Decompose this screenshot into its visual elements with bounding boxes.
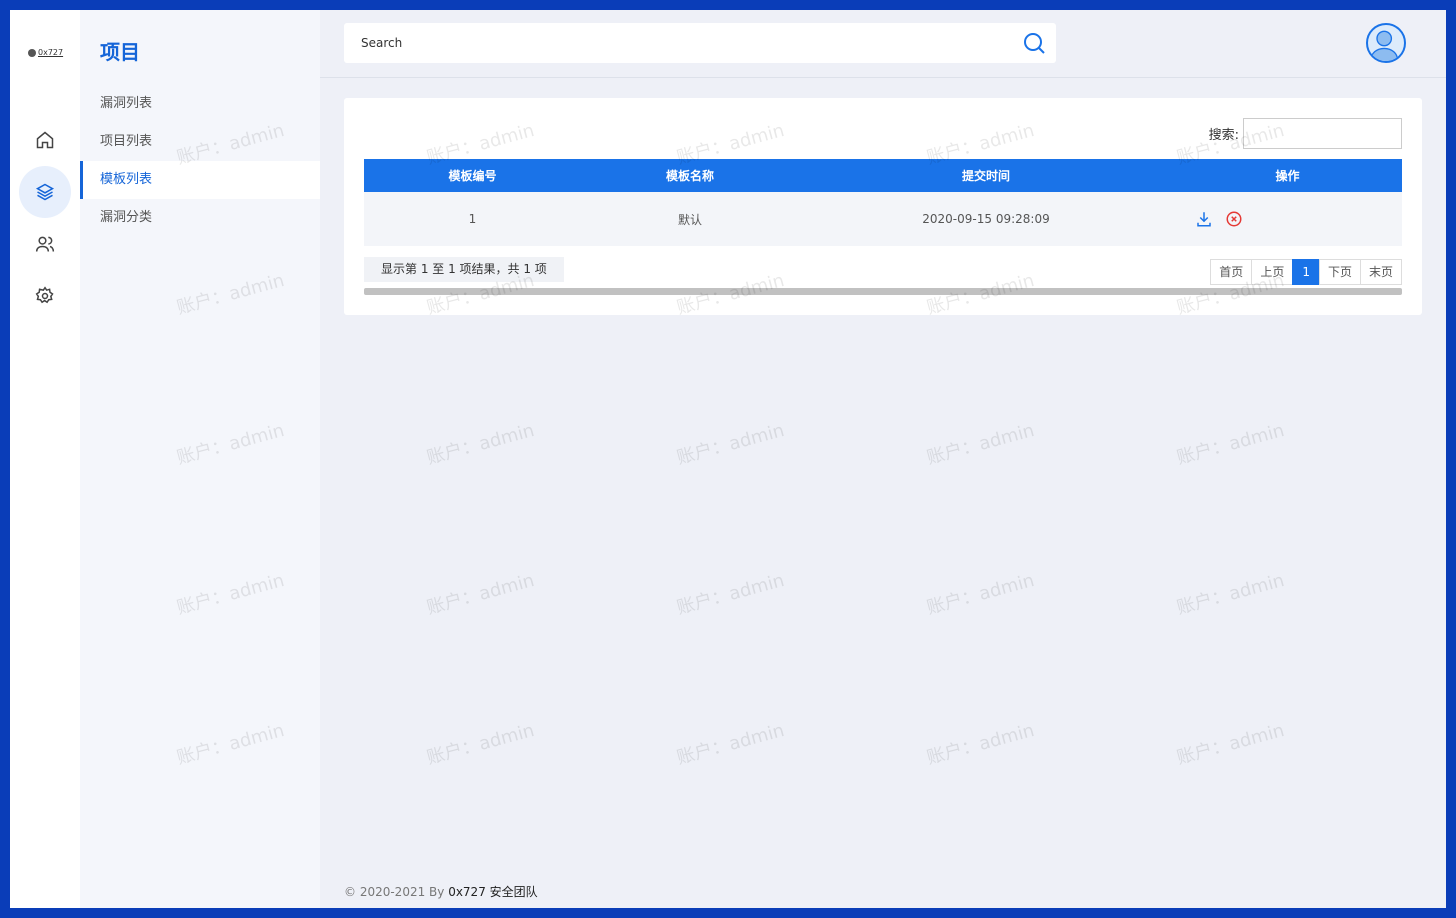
cell-name: 默认 — [677, 212, 702, 227]
page-first-button[interactable]: 首页 — [1210, 259, 1253, 285]
app-frame: 0x727 项目 漏洞列表 项目列表 模板列表 漏洞分类 Search 搜索: … — [10, 10, 1446, 908]
logo: 0x727 — [28, 48, 63, 57]
footer-brand: 0x727 安全团队 — [448, 885, 538, 899]
watermark-text: 账户：admin — [1174, 720, 1287, 769]
filter-label: 搜索: — [1208, 128, 1239, 143]
page-last-button[interactable]: 末页 — [1359, 259, 1402, 285]
watermark-text: 账户：admin — [674, 720, 787, 769]
sub-sidebar: 项目 漏洞列表 项目列表 模板列表 漏洞分类 — [80, 10, 320, 908]
page-prev-button[interactable]: 上页 — [1251, 259, 1294, 285]
watermark-text: 账户：admin — [924, 420, 1037, 469]
user-avatar-icon — [1370, 30, 1399, 61]
page-current-button[interactable]: 1 — [1292, 259, 1320, 285]
column-header-id[interactable]: 模板编号 — [364, 159, 581, 192]
footer-copyright: © 2020-2021 By — [344, 885, 449, 899]
search-input[interactable] — [344, 23, 984, 63]
watermark-text: 账户：admin — [1174, 420, 1287, 469]
logo-mark-icon — [28, 48, 36, 57]
logo-text: 0x727 — [38, 48, 64, 57]
delete-icon[interactable] — [1225, 210, 1243, 228]
horizontal-scrollbar[interactable] — [364, 288, 1402, 295]
watermark-text: 账户：admin — [424, 570, 537, 619]
watermark-text: 账户：admin — [924, 720, 1037, 769]
nav-home-button[interactable] — [19, 114, 71, 166]
cell-time: 2020-09-15 09:28:09 — [922, 212, 1050, 226]
gear-icon — [35, 286, 54, 304]
page-next-button[interactable]: 下页 — [1318, 259, 1361, 285]
footer: © 2020-2021 By 0x727 安全团队 — [344, 883, 538, 900]
subnav-item-vuln-list[interactable]: 漏洞列表 — [80, 85, 320, 123]
search-icon[interactable] — [1022, 31, 1046, 55]
nav-settings-button[interactable] — [19, 270, 71, 322]
column-header-time[interactable]: 提交时间 — [799, 159, 1173, 192]
watermark-text: 账户：admin — [924, 570, 1037, 619]
cell-id: 1 — [468, 212, 477, 226]
watermark-text: 账户：admin — [424, 420, 537, 469]
watermark-text: 账户：admin — [424, 720, 537, 769]
watermark-text: 账户：admin — [674, 570, 787, 619]
watermark-text: 账户：admin — [674, 420, 787, 469]
watermark-text: 账户：admin — [1174, 570, 1287, 619]
nav-users-button[interactable] — [19, 218, 71, 270]
filter-input[interactable] — [1243, 118, 1402, 149]
icon-rail: 0x727 — [10, 10, 80, 908]
pagination: 首页 上页 1 下页 末页 — [1210, 259, 1402, 285]
nav-projects-button[interactable] — [19, 166, 71, 218]
users-icon — [35, 236, 55, 252]
table-filter: 搜索: — [1209, 118, 1402, 149]
table-row: 1 默认 2020-09-15 09:28:09 — [364, 192, 1402, 246]
subnav-item-vuln-category[interactable]: 漏洞分类 — [80, 199, 320, 237]
search-box — [344, 23, 1056, 63]
home-icon — [36, 131, 54, 149]
table-header-row: 模板编号 模板名称 提交时间 操作 — [364, 159, 1402, 192]
subnav-item-project-list[interactable]: 项目列表 — [80, 123, 320, 161]
column-header-name[interactable]: 模板名称 — [581, 159, 799, 192]
download-icon[interactable] — [1195, 210, 1213, 228]
column-header-actions: 操作 — [1275, 169, 1300, 183]
subnav-item-template-list[interactable]: 模板列表 — [80, 161, 320, 199]
section-title: 项目 — [100, 40, 140, 64]
template-card: 搜索: 模板编号 模板名称 提交时间 操作 1 默认 2020-09-15 09… — [344, 98, 1422, 315]
cell-actions — [1173, 192, 1402, 246]
avatar[interactable] — [1366, 23, 1406, 63]
top-header — [320, 10, 1446, 78]
template-table: 模板编号 模板名称 提交时间 操作 1 默认 2020-09-15 09:28:… — [364, 159, 1402, 246]
layers-icon — [35, 183, 55, 201]
pagination-info: 显示第 1 至 1 项结果，共 1 项 — [364, 257, 564, 282]
